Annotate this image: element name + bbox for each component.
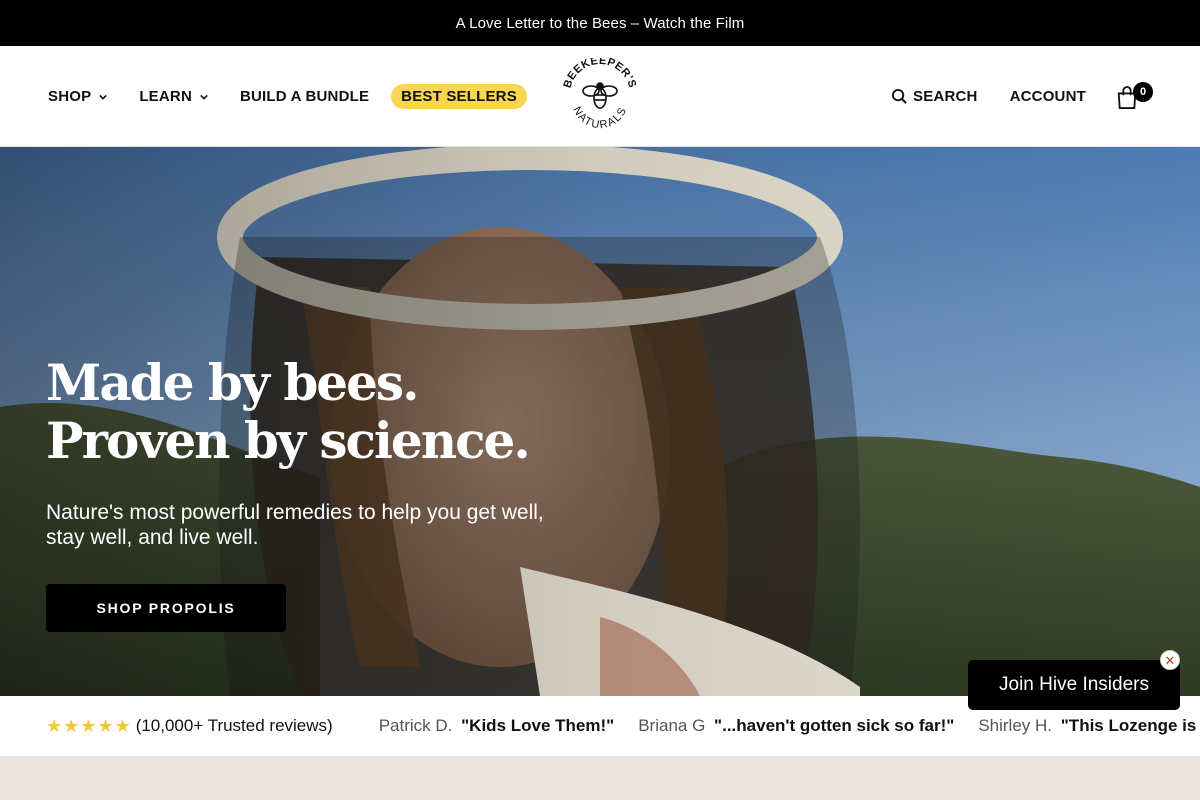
- announcement-bar[interactable]: A Love Letter to the Bees – Watch the Fi…: [0, 0, 1200, 46]
- account-label: ACCOUNT: [1009, 87, 1086, 105]
- join-hive-insiders-button[interactable]: Join Hive Insiders: [968, 660, 1180, 710]
- hero-title: Made by bees. Proven by science.: [46, 353, 531, 470]
- cart-button[interactable]: 0: [1116, 82, 1153, 110]
- nav-shop[interactable]: SHOP: [48, 88, 108, 105]
- primary-nav: SHOP LEARN BUILD A BUNDLE BEST SELLERS: [48, 84, 527, 109]
- nav-best-sellers[interactable]: BEST SELLERS: [391, 84, 527, 109]
- shop-propolis-button[interactable]: SHOP PROPOLIS: [46, 584, 286, 632]
- reviewer-name: Patrick D.: [378, 716, 453, 735]
- chevron-down-icon: [99, 94, 108, 100]
- chevron-down-icon: [200, 94, 208, 100]
- review-quote: "This Lozenge is the Rea: [1060, 716, 1200, 735]
- account-link[interactable]: ACCOUNT: [1010, 88, 1086, 105]
- brand-logo[interactable]: BEEKEEPER'S NATURALS: [560, 58, 640, 134]
- nav-shop-label: SHOP: [48, 88, 92, 105]
- hero-banner: Made by bees. Proven by science. Nature'…: [0, 147, 1200, 696]
- search-icon: [891, 88, 907, 104]
- cart-count-badge: 0: [1133, 82, 1153, 102]
- nav-learn-label: LEARN: [139, 88, 192, 105]
- star-rating: ★★★★★: [46, 715, 132, 736]
- hero-subtitle: Nature's most powerful remedies to help …: [46, 501, 544, 549]
- review-quote: "Kids Love Them!": [461, 716, 615, 735]
- review-item: Shirley H. "This Lozenge is the Rea: [978, 716, 1200, 736]
- nav-build-a-bundle[interactable]: BUILD A BUNDLE: [240, 88, 369, 105]
- reviewer-name: Shirley H.: [978, 716, 1053, 735]
- nav-build-a-bundle-label: BUILD A BUNDLE: [239, 88, 370, 105]
- bee-icon: [582, 82, 618, 109]
- utility-nav: SEARCH ACCOUNT 0: [891, 82, 1153, 110]
- close-icon[interactable]: ✕: [1160, 650, 1180, 670]
- nav-learn[interactable]: LEARN: [139, 88, 208, 105]
- search-button[interactable]: SEARCH: [891, 88, 978, 105]
- review-item: Briana G "...haven't gotten sick so far!…: [638, 716, 954, 736]
- nav-best-sellers-label: BEST SELLERS: [401, 88, 517, 105]
- review-quote: "...haven't gotten sick so far!": [714, 716, 955, 735]
- search-label: SEARCH: [913, 87, 978, 105]
- reviews-count[interactable]: (10,000+ Trusted reviews): [136, 716, 333, 736]
- reviewer-name: Briana G: [638, 716, 706, 735]
- review-item: Patrick D. "Kids Love Them!": [379, 716, 615, 736]
- join-hive-insiders-label: Join Hive Insiders: [999, 674, 1149, 695]
- next-section-band: [0, 756, 1200, 800]
- shop-propolis-label: SHOP PROPOLIS: [96, 600, 236, 616]
- announcement-text[interactable]: A Love Letter to the Bees – Watch the Fi…: [456, 15, 745, 32]
- site-header: SHOP LEARN BUILD A BUNDLE BEST SELLERS B…: [0, 46, 1200, 147]
